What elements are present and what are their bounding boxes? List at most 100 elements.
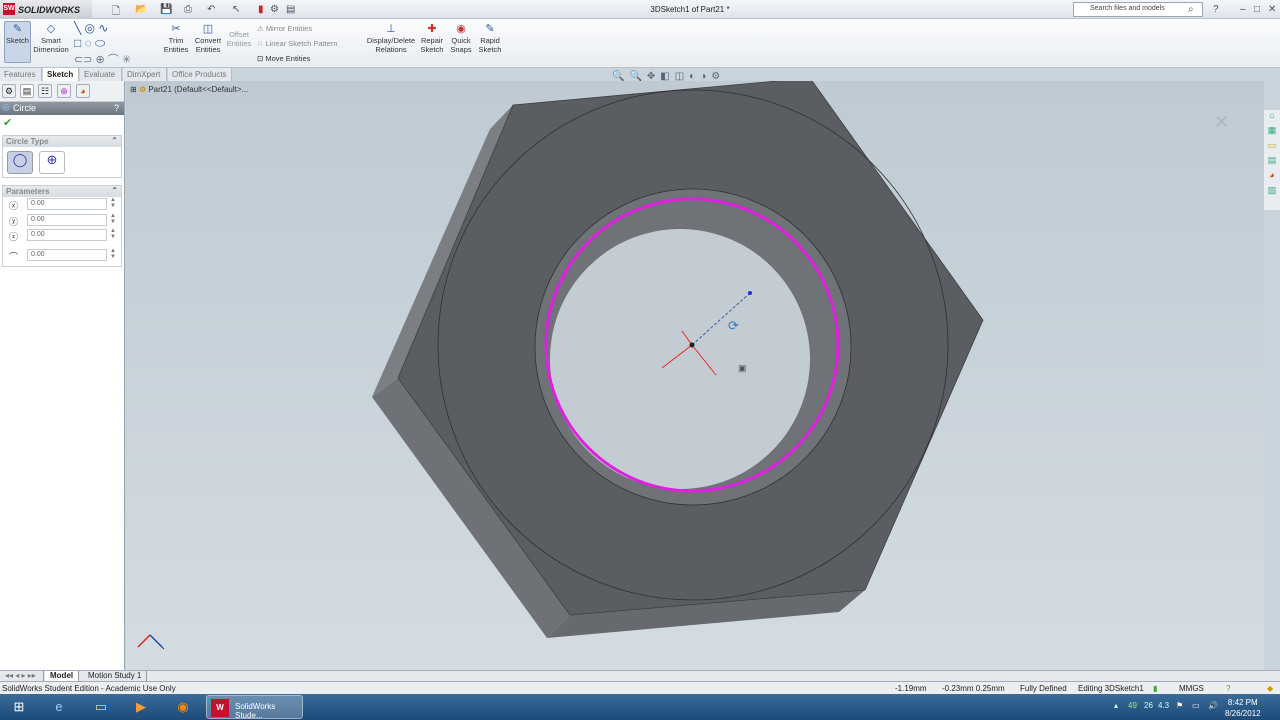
label: Convert Entities (194, 36, 222, 54)
spinner[interactable]: ▲ ▼ (110, 248, 116, 260)
units-selector[interactable]: MMGS (1179, 684, 1204, 693)
search-icon[interactable]: ⌕ (1188, 4, 1194, 15)
parameters-group: Parameters ⌃ ⓧ 0.00 ▲ ▼ ⓨ 0.00 ▲ ▼ ⓩ 0.00 ▲ ▼ ⌒ 0.0… (2, 185, 122, 267)
taskbar-solidworks[interactable]: W SolidWorks Stude... (206, 695, 303, 720)
convert-entities-button[interactable]: ◫ Convert Entities (192, 23, 224, 54)
rebuild-icon[interactable]: ▮ (258, 4, 264, 15)
slot-icon[interactable]: ⊂⊃ ⊕ ⌒ ✳ (74, 51, 131, 67)
explorer-icon[interactable]: ▭ (86, 696, 116, 718)
undo-icon[interactable]: ↶ (207, 4, 215, 15)
sketch-button-label[interactable]: ✎ Sketch (4, 23, 31, 45)
open-icon[interactable]: 📂 (135, 4, 147, 15)
maximize-icon[interactable]: □ (1254, 4, 1260, 15)
center-y-input[interactable]: 0.00 (27, 213, 107, 226)
display-delete-relations-button[interactable]: ⊥ Display/Delete Relations (366, 23, 416, 54)
options-icon[interactable]: ⚙ (270, 4, 279, 15)
graphics-area[interactable]: ⊞ ⚙ Part21 (Default<<Default>... 🔍🔍✥◧◫◐◑… (126, 71, 1264, 670)
help-button[interactable]: ? (114, 103, 119, 113)
help-icon[interactable]: ? (1213, 4, 1219, 15)
app-name: SOLIDWORKS (18, 5, 80, 15)
label: Mirror Entities (265, 24, 313, 33)
tray-expand-icon[interactable]: ▴ (1114, 701, 1118, 710)
firefox-icon[interactable]: ◉ (168, 696, 198, 718)
tab-features[interactable]: Features (0, 68, 42, 81)
network-icon[interactable]: ▭ (1192, 701, 1200, 710)
spinner[interactable]: ▲ ▼ (110, 213, 116, 225)
rapid-sketch-icon: ✎ (485, 23, 495, 35)
solidworks-logo[interactable]: SW SOLIDWORKS (0, 0, 92, 19)
tab-office-products[interactable]: Office Products (168, 68, 232, 81)
offset-entities-button[interactable]: Offset Entities (226, 30, 252, 48)
save-icon[interactable]: 💾 (160, 4, 172, 15)
display-manager-icon[interactable]: ◕ (76, 84, 90, 98)
label: Offset Entities (226, 30, 252, 48)
radius-input[interactable]: 0.00 (27, 248, 107, 261)
search-input[interactable]: Search files and models (1073, 2, 1203, 17)
feature-manager-icon[interactable]: ⚙ (2, 84, 16, 98)
bottom-tabs: ◂◂ ◂ ▸ ▸▸ Model Motion Study 1 (0, 670, 1280, 682)
center-circle-icon[interactable]: ◯ (7, 151, 33, 174)
collapse-icon[interactable]: ⌃ (111, 186, 118, 195)
clock[interactable]: 8:42 PM 8/26/2012 (1225, 697, 1261, 719)
move-entities-button[interactable]: ⊡ Move Entities (257, 54, 310, 63)
design-library-icon[interactable]: ▦ (1264, 125, 1280, 140)
appearances-icon[interactable]: ◕ (1264, 170, 1280, 185)
convert-icon: ◫ (202, 23, 214, 35)
minimize-icon[interactable]: – (1240, 4, 1246, 15)
status-help-icon[interactable]: ? (1226, 684, 1230, 693)
dimxpert-manager-icon[interactable]: ⊕ (57, 84, 71, 98)
configuration-manager-icon[interactable]: ☷ (38, 84, 52, 98)
rapid-sketch-button[interactable]: ✎ Rapid Sketch (478, 23, 502, 54)
close-icon[interactable]: ✕ (1268, 4, 1276, 15)
smart-dimension-button[interactable]: ◇ Smart Dimension (33, 23, 69, 54)
model-view: ⟳ ▣ ✕ (137, 81, 1229, 650)
spinner[interactable]: ▲ ▼ (110, 228, 116, 240)
document-title: 3DSketch1 of Part21 * (650, 5, 730, 14)
cancel-corner-icon: ✕ (1214, 112, 1229, 132)
center-x-input[interactable]: 0.00 (27, 198, 107, 210)
center-z-param: ⓩ 0.00 ▲ ▼ (3, 228, 121, 244)
media-player-icon[interactable]: ▶ (126, 696, 156, 718)
file-explorer-icon[interactable]: ▭ (1264, 140, 1280, 155)
line-icon[interactable]: ╲ ◎ ∿ (74, 21, 108, 35)
label: Repair Sketch (420, 36, 444, 54)
print-icon[interactable]: ⎙ (184, 4, 192, 15)
label: Quick Snaps (450, 36, 472, 54)
ie-icon[interactable]: e (44, 696, 74, 718)
tab-dimxpert[interactable]: DimXpert (123, 68, 167, 81)
ok-checkmark-icon[interactable]: ✔ (0, 115, 124, 129)
tab-evaluate[interactable]: Evaluate (80, 68, 122, 81)
rebuild-indicator-icon: ▮ (1153, 684, 1158, 693)
center-point (689, 342, 695, 348)
tooltip-icon[interactable]: ◆ (1267, 684, 1273, 693)
spinner[interactable]: ▲ ▼ (110, 197, 116, 209)
perimeter-circle-icon[interactable]: ⊕ (39, 151, 65, 174)
view-palette-icon[interactable]: ▤ (1264, 155, 1280, 170)
tab-sketch[interactable]: Sketch (43, 68, 79, 81)
coord-x: -1.19mm (895, 684, 927, 693)
rotate-cursor-icon: ⟳ (728, 318, 739, 333)
center-z-input[interactable]: 0.00 (27, 229, 107, 241)
title-bar: SW SOLIDWORKS 🗋 📂 💾 ⎙ ↶ ↖ ▮ ⚙ ▤ 3DSketch1… (0, 0, 1280, 19)
sketch-state: Fully Defined (1020, 684, 1067, 693)
group-header[interactable]: Circle Type ⌃ (3, 136, 121, 147)
tray-value: 26 (1144, 701, 1153, 710)
quick-snaps-button[interactable]: ◉ Quick Snaps (449, 23, 473, 54)
start-button-icon[interactable]: ⊞ (4, 696, 34, 718)
reference-triad (137, 634, 165, 650)
mirror-entities-button[interactable]: ⚠ Mirror Entities (257, 24, 312, 33)
collapse-icon[interactable]: ⌃ (111, 136, 118, 145)
action-center-icon[interactable]: ⚑ (1176, 701, 1183, 710)
repair-sketch-button[interactable]: ✚ Repair Sketch (420, 23, 444, 54)
resources-icon[interactable]: ⌂ (1264, 110, 1280, 125)
select-icon[interactable]: ↖ (232, 4, 240, 15)
group-header[interactable]: Parameters ⌃ (3, 186, 121, 197)
trim-entities-button[interactable]: ✂ Trim Entities (162, 23, 190, 54)
linear-sketch-pattern-button[interactable]: ⁙ Linear Sketch Pattern (257, 39, 338, 48)
file-properties-icon[interactable]: ▤ (286, 4, 295, 15)
custom-properties-icon[interactable]: ▧ (1264, 185, 1280, 200)
volume-icon[interactable]: 🔊 (1208, 701, 1218, 710)
property-manager-icon[interactable]: ▤ (20, 84, 34, 98)
rectangle-icon[interactable]: □ ◌ ⬭ (74, 36, 105, 51)
circle-type-group: Circle Type ⌃ ◯ ⊕ (2, 135, 122, 178)
